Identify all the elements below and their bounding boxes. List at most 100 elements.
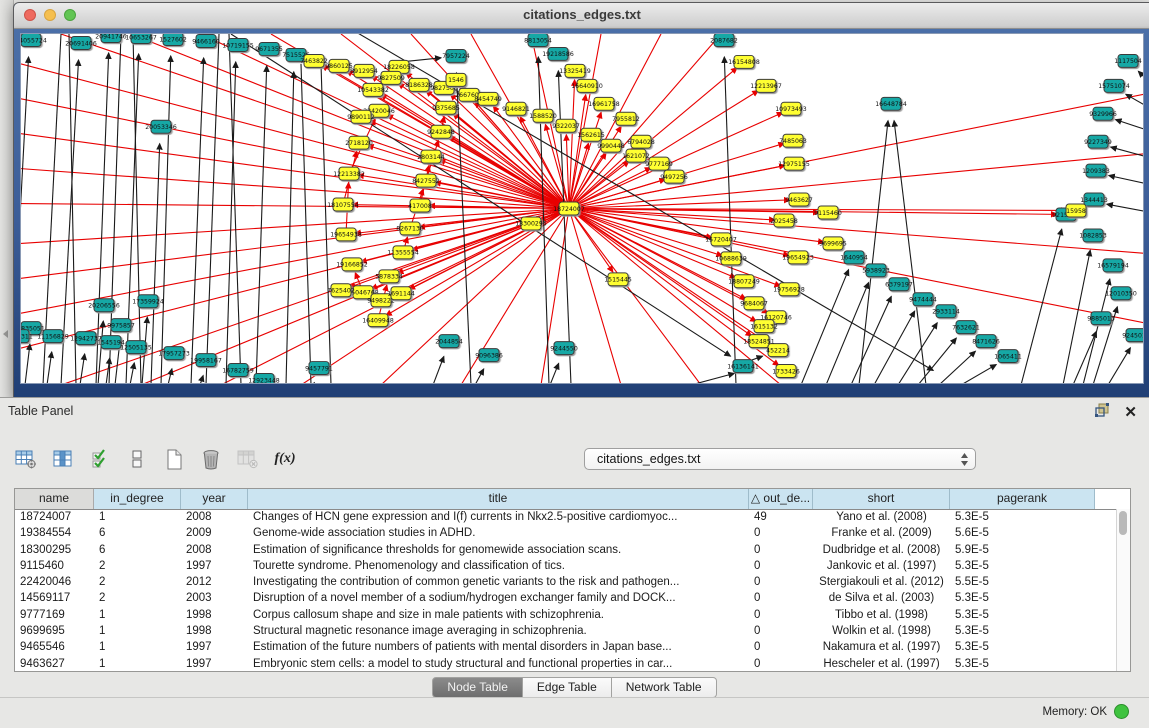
table-row[interactable]: 1938455462009Genome-wide association stu…: [15, 525, 1117, 541]
table-row[interactable]: 969969511998Structural magnetic resonanc…: [15, 623, 1117, 639]
table-cell[interactable]: Franke et al. (2009): [813, 525, 950, 541]
table-cell[interactable]: 2008: [181, 509, 248, 525]
table-cell[interactable]: 2012: [181, 574, 248, 590]
column-header-pagerank[interactable]: pagerank: [950, 489, 1095, 509]
table-cell[interactable]: 2008: [181, 542, 248, 558]
table-cell[interactable]: 1: [94, 656, 181, 671]
merge-tables-button[interactable]: [125, 447, 149, 471]
function-builder-button[interactable]: f(x): [273, 447, 297, 471]
new-table-button[interactable]: [162, 447, 186, 471]
column-header-out_de[interactable]: △ out_de...: [749, 489, 813, 509]
table-cell[interactable]: 5.9E-5: [950, 542, 1095, 558]
table-cell[interactable]: Yano et al. (2008): [813, 509, 950, 525]
table-cell[interactable]: 1: [94, 509, 181, 525]
column-header-in_degree[interactable]: in_degree: [94, 489, 181, 509]
table-cell[interactable]: 6: [94, 542, 181, 558]
table-cell[interactable]: 0: [749, 525, 813, 541]
table-cell[interactable]: Jankovic et al. (1997): [813, 558, 950, 574]
table-cell[interactable]: 0: [749, 574, 813, 590]
table-cell[interactable]: 1997: [181, 656, 248, 671]
table-cell[interactable]: 5.3E-5: [950, 623, 1095, 639]
table-cell[interactable]: Changes of HCN gene expression and I(f) …: [248, 509, 749, 525]
table-cell[interactable]: 1997: [181, 639, 248, 655]
table-cell[interactable]: 2: [94, 558, 181, 574]
table-cell[interactable]: Stergiakouli et al. (2012): [813, 574, 950, 590]
tab-edge-table[interactable]: Edge Table: [523, 677, 612, 698]
table-cell[interactable]: 5.5E-5: [950, 574, 1095, 590]
table-cell[interactable]: 2003: [181, 590, 248, 606]
table-cell[interactable]: Estimation of significance thresholds fo…: [248, 542, 749, 558]
table-cell[interactable]: 1: [94, 623, 181, 639]
table-cell[interactable]: 1998: [181, 607, 248, 623]
column-header-name[interactable]: name: [15, 489, 94, 509]
table-cell[interactable]: 2009: [181, 525, 248, 541]
table-cell[interactable]: 9115460: [15, 558, 94, 574]
table-row[interactable]: 2242004622012Investigating the contribut…: [15, 574, 1117, 590]
table-cell[interactable]: Genome-wide association studies in ADHD.: [248, 525, 749, 541]
table-row[interactable]: 1872400712008Changes of HCN gene express…: [15, 509, 1117, 525]
table-cell[interactable]: 19384554: [15, 525, 94, 541]
table-cell[interactable]: 5.3E-5: [950, 558, 1095, 574]
table-cell[interactable]: 0: [749, 656, 813, 671]
table-cell[interactable]: 14569117: [15, 590, 94, 606]
delete-columns-button[interactable]: [199, 447, 223, 471]
table-cell[interactable]: 5.3E-5: [950, 639, 1095, 655]
table-cell[interactable]: Investigating the contribution of common…: [248, 574, 749, 590]
close-panel-button[interactable]: ✕: [1124, 405, 1137, 421]
table-cell[interactable]: Estimation of the future numbers of pati…: [248, 639, 749, 655]
table-cell[interactable]: 5.6E-5: [950, 525, 1095, 541]
table-row[interactable]: 911546021997Tourette syndrome. Phenomeno…: [15, 558, 1117, 574]
collapsed-control-panel[interactable]: [0, 0, 14, 397]
table-cell[interactable]: Dudbridge et al. (2008): [813, 542, 950, 558]
table-cell[interactable]: Embryonic stem cells: a model to study s…: [248, 656, 749, 671]
table-scrollbar[interactable]: [1116, 509, 1130, 671]
table-cell[interactable]: Disruption of a novel member of a sodium…: [248, 590, 749, 606]
table-cell[interactable]: 9465546: [15, 639, 94, 655]
table-cell[interactable]: Corpus callosum shape and size in male p…: [248, 607, 749, 623]
table-cell[interactable]: 1: [94, 639, 181, 655]
network-canvas[interactable]: 1405572420691406209417461065326715276029…: [20, 33, 1144, 384]
table-row[interactable]: 1830029562008Estimation of significance …: [15, 542, 1117, 558]
table-cell[interactable]: 9699695: [15, 623, 94, 639]
float-panel-button[interactable]: [1094, 402, 1110, 423]
table-cell[interactable]: 18300295: [15, 542, 94, 558]
table-cell[interactable]: 0: [749, 607, 813, 623]
column-header-year[interactable]: year: [181, 489, 248, 509]
table-row[interactable]: 946554611997Estimation of the future num…: [15, 639, 1117, 655]
table-cell[interactable]: 1998: [181, 623, 248, 639]
column-header-short[interactable]: short: [813, 489, 950, 509]
table-cell[interactable]: 0: [749, 623, 813, 639]
memory-status-indicator[interactable]: [1114, 704, 1129, 719]
table-cell[interactable]: 2: [94, 574, 181, 590]
tab-network-table[interactable]: Network Table: [612, 677, 717, 698]
table-cell[interactable]: Hescheler et al. (1997): [813, 656, 950, 671]
table-cell[interactable]: 49: [749, 509, 813, 525]
table-cell[interactable]: 9777169: [15, 607, 94, 623]
table-cell[interactable]: 9463627: [15, 656, 94, 671]
table-row[interactable]: 977716911998Corpus callosum shape and si…: [15, 607, 1117, 623]
table-row[interactable]: 1456911722003Disruption of a novel membe…: [15, 590, 1117, 606]
scrollbar-thumb[interactable]: [1119, 511, 1127, 535]
table-cell[interactable]: 5.3E-5: [950, 656, 1095, 671]
panel-expand-handle[interactable]: [3, 330, 8, 338]
table-cell[interactable]: 5.3E-5: [950, 590, 1095, 606]
table-cell[interactable]: 5.3E-5: [950, 509, 1095, 525]
table-cell[interactable]: Tourette syndrome. Phenomenology and cla…: [248, 558, 749, 574]
table-row[interactable]: 946362711997Embryonic stem cells: a mode…: [15, 656, 1117, 671]
table-cell[interactable]: 1: [94, 607, 181, 623]
table-cell[interactable]: Tibbo et al. (1998): [813, 607, 950, 623]
table-cell[interactable]: 2: [94, 590, 181, 606]
table-cell[interactable]: 0: [749, 542, 813, 558]
table-cell[interactable]: 0: [749, 639, 813, 655]
table-cell[interactable]: Nakamura et al. (1997): [813, 639, 950, 655]
table-cell[interactable]: Structural magnetic resonance image aver…: [248, 623, 749, 639]
table-cell[interactable]: 22420046: [15, 574, 94, 590]
table-settings-button[interactable]: [14, 447, 38, 471]
select-rows-button[interactable]: [88, 447, 112, 471]
table-cell[interactable]: 1997: [181, 558, 248, 574]
table-cell[interactable]: 0: [749, 558, 813, 574]
show-columns-button[interactable]: [51, 447, 75, 471]
table-cell[interactable]: 18724007: [15, 509, 94, 525]
table-cell[interactable]: 5.3E-5: [950, 607, 1095, 623]
table-cell[interactable]: de Silva et al. (2003): [813, 590, 950, 606]
